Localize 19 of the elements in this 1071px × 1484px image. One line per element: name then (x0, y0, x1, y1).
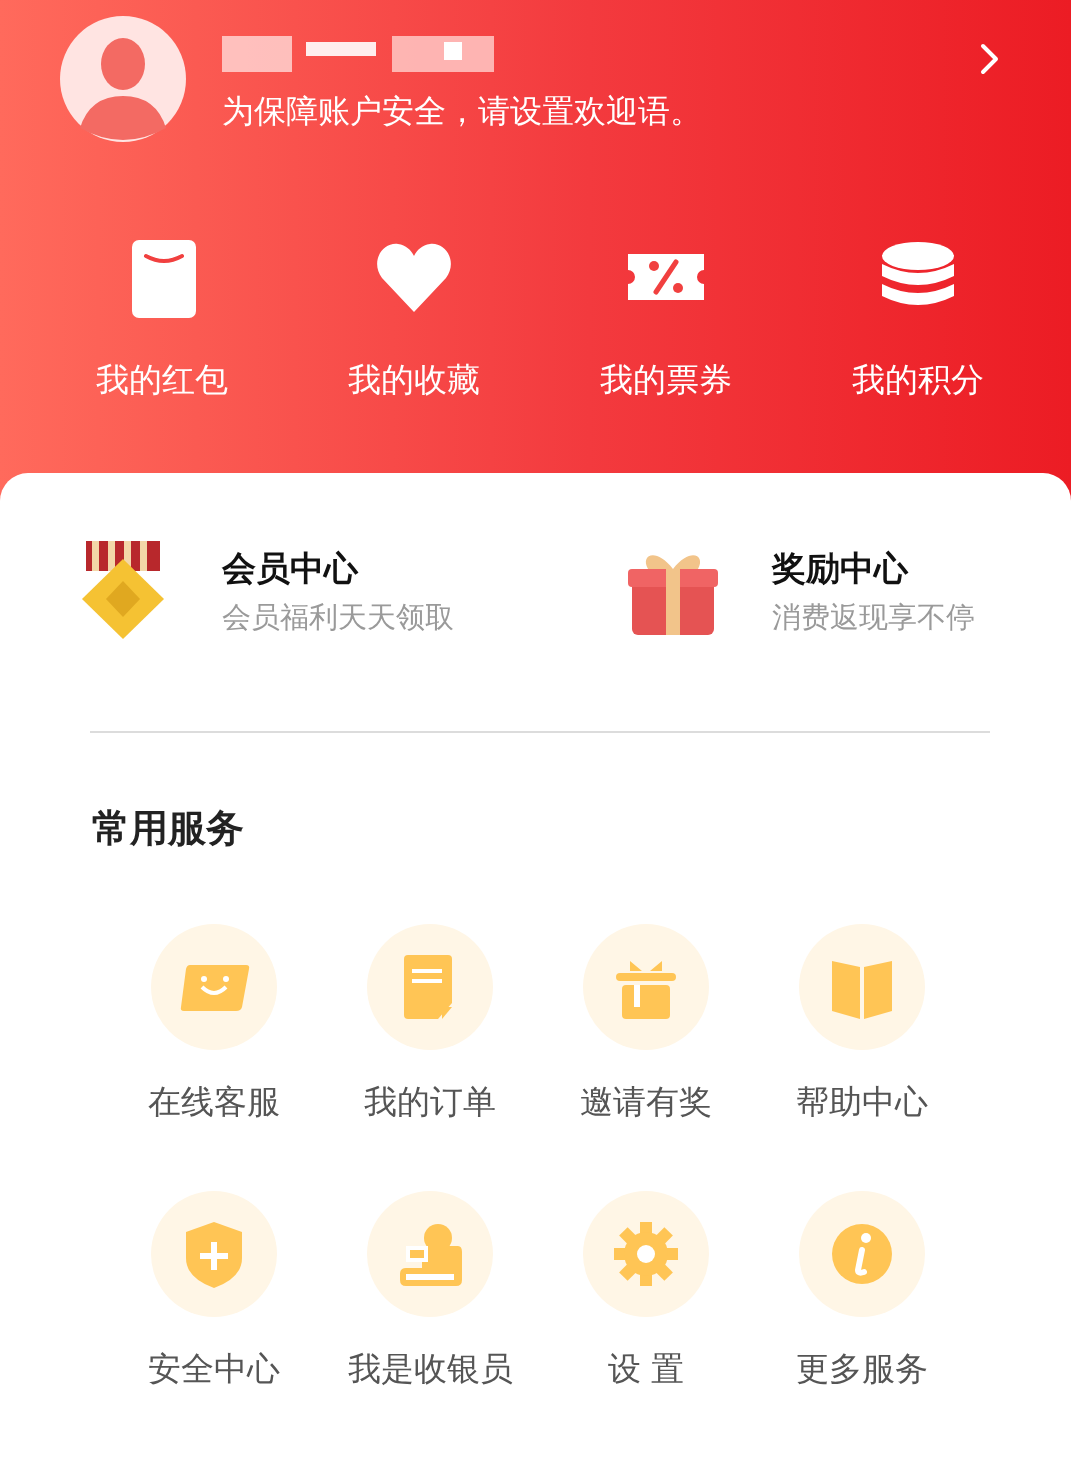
service-label[interactable]: 设 置 (607, 1347, 685, 1392)
service-label[interactable]: 帮助中心 (796, 1080, 928, 1125)
service-label[interactable]: 我是收银员 (347, 1347, 513, 1392)
service-label[interactable]: 更多服务 (796, 1347, 928, 1392)
promo-subtitle: 消费返现享不停 (772, 599, 975, 636)
service-label[interactable]: 在线客服 (148, 1080, 280, 1125)
quick-link-label[interactable]: 我的积分 (852, 358, 984, 403)
promo-subtitle: 会员福利天天领取 (222, 599, 454, 636)
promo-title[interactable]: 奖励中心 (772, 546, 975, 592)
service-label[interactable]: 我的订单 (364, 1080, 496, 1125)
chevron-right-icon[interactable] (979, 42, 1001, 76)
service-label[interactable]: 安全中心 (148, 1347, 280, 1392)
service-label[interactable]: 邀请有奖 (580, 1080, 712, 1125)
avatar-icon[interactable] (60, 16, 186, 142)
quick-link-label[interactable]: 我的收藏 (348, 358, 480, 403)
quick-link-label[interactable]: 我的票券 (600, 358, 732, 403)
section-title: 常用服务 (92, 805, 245, 852)
greeting-text: 为保障账户安全，请设置欢迎语。 (222, 91, 702, 132)
promo-title[interactable]: 会员中心 (222, 546, 454, 592)
